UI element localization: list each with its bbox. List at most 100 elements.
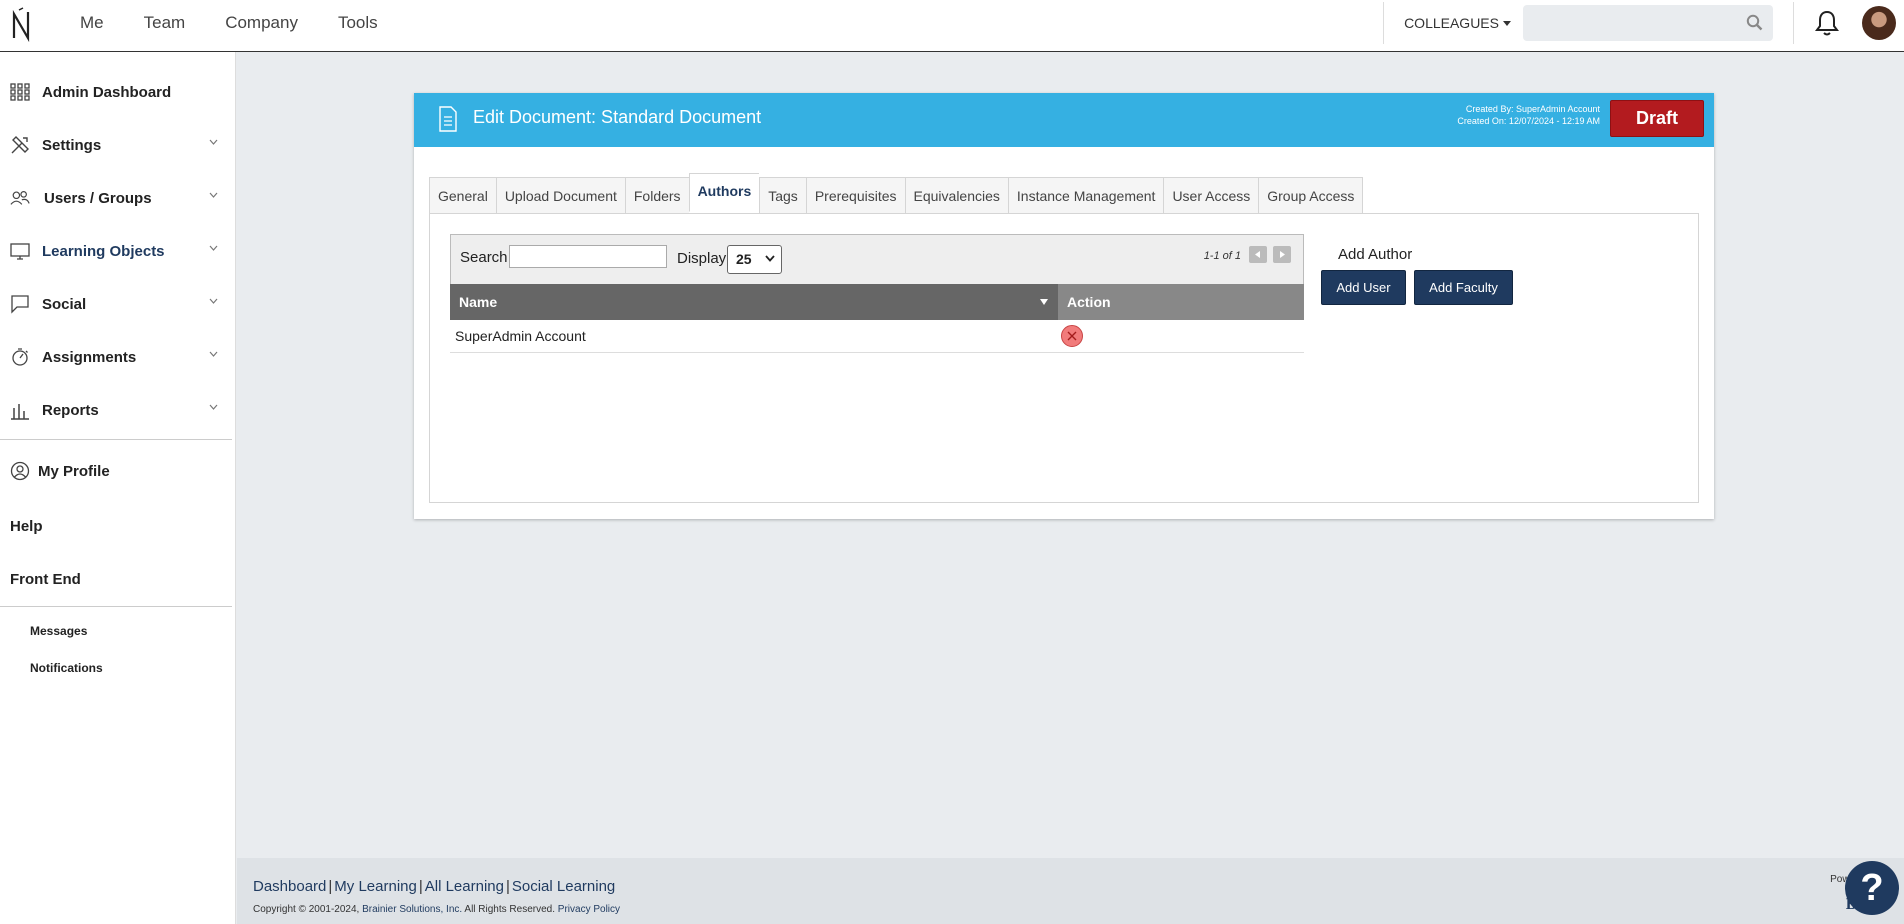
- page-title: Edit Document: Standard Document: [473, 107, 762, 127]
- sidebar-item-social[interactable]: Social: [0, 280, 236, 328]
- authors-grid: Search Display 25 1-1 of 1 Name Action S…: [450, 234, 1304, 353]
- company-link[interactable]: Brainier Solutions, Inc.: [362, 904, 462, 915]
- sidebar-item-assignments[interactable]: Assignments: [0, 333, 236, 381]
- sidebar-item-notifications[interactable]: Notifications: [30, 661, 103, 675]
- sidebar-item-settings[interactable]: Settings: [0, 121, 236, 169]
- tools-icon: [11, 136, 29, 154]
- sidebar-item-front-end[interactable]: Front End: [10, 571, 81, 588]
- status-button[interactable]: Draft: [1610, 100, 1704, 137]
- chat-bubble-icon: [11, 295, 29, 314]
- search-icon[interactable]: [1746, 14, 1763, 31]
- tab-group-access[interactable]: Group Access: [1258, 177, 1364, 214]
- display-count-select[interactable]: 25: [727, 245, 782, 274]
- sidebar-item-messages[interactable]: Messages: [30, 624, 87, 638]
- separator: |: [505, 878, 510, 895]
- brand-logo-icon[interactable]: [10, 6, 34, 44]
- footer-link-all-learning[interactable]: All Learning: [425, 878, 504, 895]
- sidebar-divider: [0, 439, 232, 440]
- chevron-down-icon: [209, 404, 218, 410]
- sidebar-item-reports[interactable]: Reports: [0, 386, 236, 434]
- user-circle-icon: [10, 461, 30, 481]
- help-button[interactable]: ?: [1845, 861, 1899, 915]
- footer-link-social-learning[interactable]: Social Learning: [512, 878, 615, 895]
- row-action-cell: [1058, 320, 1304, 352]
- footer-link-my-learning[interactable]: My Learning: [334, 878, 417, 895]
- add-faculty-button[interactable]: Add Faculty: [1414, 270, 1513, 305]
- card-header: Edit Document: Standard Document Created…: [414, 93, 1714, 147]
- tab-tags[interactable]: Tags: [759, 177, 806, 214]
- prev-page-button[interactable]: [1249, 246, 1267, 263]
- sidebar-item-label: Assignments: [42, 348, 137, 366]
- column-header-name[interactable]: Name: [450, 284, 1058, 320]
- chevron-down-icon: [209, 245, 218, 251]
- bell-icon[interactable]: [1814, 9, 1840, 37]
- tab-instance-management[interactable]: Instance Management: [1007, 177, 1164, 214]
- chevron-down-icon: [209, 192, 218, 198]
- tab-prerequisites[interactable]: Prerequisites: [805, 177, 905, 214]
- edit-document-card: Edit Document: Standard Document Created…: [414, 93, 1714, 519]
- separator: |: [418, 878, 423, 895]
- pager-info: 1-1 of 1: [1203, 250, 1241, 262]
- stopwatch-icon: [12, 348, 28, 366]
- sidebar-item-help[interactable]: Help: [10, 518, 43, 535]
- grid-search-input[interactable]: [509, 245, 667, 268]
- next-page-button[interactable]: [1273, 246, 1291, 263]
- tab-folders[interactable]: Folders: [624, 177, 689, 214]
- copyright: Copyright © 2001-2024, Brainier Solution…: [253, 904, 620, 915]
- sort-down-icon: [1040, 299, 1048, 305]
- sidebar-divider: [0, 606, 232, 607]
- sidebar-item-label: My Profile: [38, 462, 110, 480]
- tab-upload-document[interactable]: Upload Document: [495, 177, 625, 214]
- author-name: SuperAdmin Account: [455, 328, 586, 344]
- chevron-down-icon: [209, 351, 218, 357]
- nav-me[interactable]: Me: [70, 13, 114, 33]
- sidebar-item-label: Users / Groups: [44, 189, 152, 207]
- sidebar-item-admin-dashboard[interactable]: Admin Dashboard: [0, 68, 236, 116]
- sidebar-item-label: Learning Objects: [42, 242, 165, 260]
- chevron-down-icon: [765, 255, 775, 262]
- colleagues-label: COLLEAGUES: [1404, 15, 1499, 31]
- tab-bar: General Upload Document Folders Authors …: [429, 173, 1364, 214]
- nav-company[interactable]: Company: [215, 13, 308, 33]
- add-author-heading: Add Author: [1338, 246, 1413, 263]
- column-header-action: Action: [1058, 284, 1304, 320]
- created-by: Created By: SuperAdmin Account: [1465, 104, 1600, 114]
- table-row: SuperAdmin Account: [450, 320, 1304, 353]
- tab-general[interactable]: General: [429, 177, 496, 214]
- user-avatar[interactable]: [1862, 6, 1896, 40]
- display-count-value: 25: [736, 251, 752, 267]
- sidebar: Admin Dashboard Settings Users / Groups …: [0, 52, 236, 924]
- triangle-right-icon: [1280, 251, 1285, 258]
- chevron-down-icon: [209, 298, 218, 304]
- created-on: Created On: 12/07/2024 - 12:19 AM: [1457, 116, 1600, 126]
- sidebar-item-label: Reports: [42, 401, 99, 419]
- sidebar-item-users-groups[interactable]: Users / Groups: [0, 174, 236, 222]
- remove-author-button[interactable]: [1061, 325, 1083, 347]
- nav-team[interactable]: Team: [134, 13, 196, 33]
- sidebar-item-learning-objects[interactable]: Learning Objects: [0, 227, 236, 275]
- colleagues-dropdown[interactable]: COLLEAGUES: [1404, 15, 1511, 31]
- tab-authors[interactable]: Authors: [688, 173, 760, 212]
- footer-links: Dashboard | My Learning | All Learning | Socia…: [253, 878, 615, 895]
- rights-text: All Rights Reserved.: [464, 904, 555, 915]
- add-user-button[interactable]: Add User: [1321, 270, 1406, 305]
- nav-tools[interactable]: Tools: [328, 13, 388, 33]
- global-search-input[interactable]: [1523, 5, 1773, 41]
- tab-equivalencies[interactable]: Equivalencies: [904, 177, 1008, 214]
- sidebar-item-label: Admin Dashboard: [42, 83, 172, 101]
- copyright-text: Copyright © 2001-2024,: [253, 904, 360, 915]
- users-icon: [10, 191, 30, 205]
- grid-header: Name Action: [450, 284, 1304, 320]
- triangle-left-icon: [1255, 251, 1260, 258]
- footer-link-dashboard[interactable]: Dashboard: [253, 878, 326, 895]
- grid-toolbar: Search Display 25 1-1 of 1: [450, 234, 1304, 284]
- sidebar-item-label: Social: [42, 295, 87, 313]
- monitor-icon: [10, 243, 30, 260]
- privacy-policy-link[interactable]: Privacy Policy: [558, 904, 620, 915]
- authors-panel: Search Display 25 1-1 of 1 Name Action S…: [429, 213, 1699, 503]
- column-header-label: Name: [459, 294, 498, 310]
- bar-chart-icon: [11, 404, 29, 420]
- tab-user-access[interactable]: User Access: [1163, 177, 1259, 214]
- dashboard-grid-icon: [10, 83, 30, 101]
- sidebar-item-my-profile[interactable]: My Profile: [0, 447, 236, 495]
